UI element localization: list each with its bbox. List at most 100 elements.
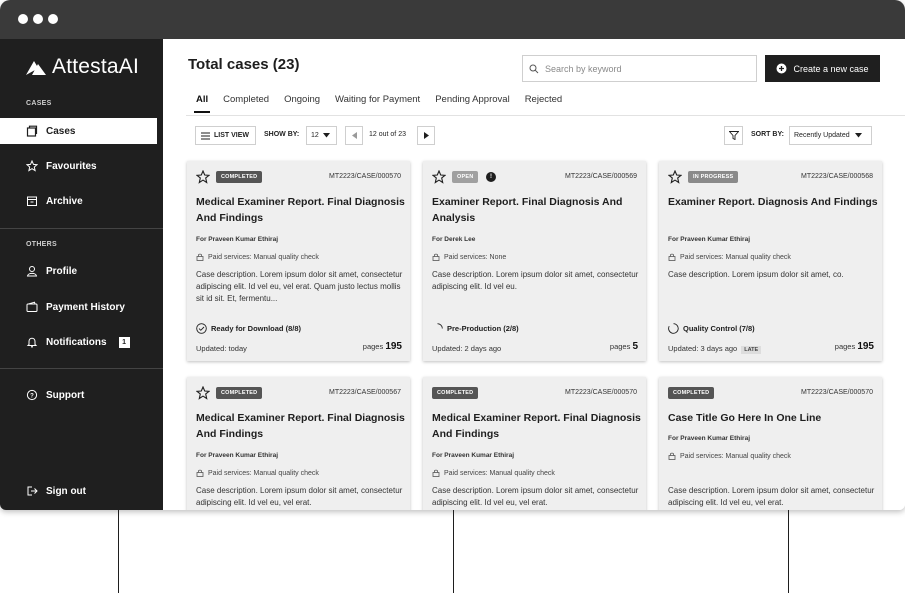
- archive-icon: [27, 196, 37, 206]
- pages-label: pages: [834, 342, 856, 351]
- alert-icon[interactable]: !: [486, 172, 496, 182]
- case-id: MT2223/CASE/000570: [565, 389, 637, 396]
- list-toolbar: LIST VIEW SHOW BY: 12 12 out of 23 SORT …: [186, 116, 905, 154]
- updated-text: Updated: today: [196, 344, 247, 353]
- case-card[interactable]: IN PROGRESS MT2223/CASE/000568 Examiner …: [659, 161, 882, 361]
- tab-waiting-for-payment[interactable]: Waiting for Payment: [335, 94, 420, 109]
- case-description: Case description. Lorem ipsum dolor sit …: [432, 486, 639, 507]
- tab-completed[interactable]: Completed: [223, 94, 269, 109]
- case-title[interactable]: Case Title Go Here In One Line: [668, 410, 878, 426]
- section-label-cases: CASES: [26, 100, 52, 107]
- sidebar-item-notifications[interactable]: Notifications 1: [0, 329, 163, 355]
- help-icon: ?: [26, 389, 38, 401]
- sidebar-item-label: Notifications: [46, 336, 107, 348]
- show-by-select[interactable]: 12: [306, 126, 337, 145]
- case-client: For Derek Lee: [432, 236, 476, 243]
- app-name: AttestaAI: [52, 55, 140, 78]
- sidebar-item-payment-history[interactable]: Payment History: [0, 294, 163, 320]
- sidebar-item-sign-out[interactable]: Sign out: [0, 478, 163, 504]
- annotation-line: [453, 510, 454, 593]
- list-view-button[interactable]: LIST VIEW: [195, 126, 256, 145]
- case-title[interactable]: Medical Examiner Report. Final Diagnosis…: [196, 410, 406, 442]
- case-description: Case description. Lorem ipsum dolor sit …: [196, 270, 403, 303]
- sidebar-item-label: Archive: [46, 195, 83, 207]
- case-state: Ready for Download (8/8): [196, 323, 301, 334]
- case-id: MT2223/CASE/000570: [801, 389, 873, 396]
- sidebar-item-cases[interactable]: Cases: [0, 118, 160, 144]
- prev-page-button[interactable]: [345, 126, 363, 145]
- create-case-label: Create a new case: [793, 63, 869, 74]
- case-card[interactable]: COMPLETED MT2223/CASE/000570 Medical Exa…: [187, 161, 410, 361]
- tab-pending-approval[interactable]: Pending Approval: [435, 94, 509, 109]
- main-content: Total cases (23) Search by keyword Creat…: [163, 39, 905, 510]
- section-label-others: OTHERS: [26, 241, 57, 248]
- notification-count-badge: 1: [118, 336, 130, 348]
- star-icon[interactable]: [668, 170, 682, 184]
- paid-services: Paid services: None: [432, 253, 506, 261]
- sign-out-icon: [27, 486, 38, 496]
- pages-value: 195: [857, 341, 874, 352]
- app-logo[interactable]: AttestaAI: [26, 55, 139, 79]
- caret-down-icon: [322, 133, 330, 138]
- case-description: Case description. Lorem ipsum dolor sit …: [432, 270, 639, 291]
- paid-services: Paid services: Manual quality check: [668, 452, 791, 460]
- sidebar-item-label: Payment History: [46, 301, 125, 313]
- tab-ongoing[interactable]: Ongoing: [284, 94, 320, 109]
- case-card[interactable]: COMPLETED MT2223/CASE/000567 Medical Exa…: [187, 377, 410, 510]
- case-id: MT2223/CASE/000569: [565, 173, 637, 180]
- paid-services-text: Paid services: Manual quality check: [208, 469, 319, 477]
- star-icon[interactable]: [196, 386, 210, 400]
- sidebar-item-label: Profile: [46, 265, 78, 277]
- caret-down-icon: [854, 133, 862, 138]
- tab-all[interactable]: All: [193, 94, 211, 113]
- chevron-left-icon: [351, 132, 357, 139]
- updated-text: Updated: 3 days ago LATE: [668, 344, 762, 354]
- late-badge: LATE: [741, 346, 762, 354]
- page-title: Total cases (23): [188, 56, 300, 73]
- sidebar-item-archive[interactable]: Archive: [0, 188, 163, 214]
- lock-icon: [668, 253, 676, 261]
- page-count: pages 5: [610, 341, 638, 352]
- updated-text: Updated: 2 days ago: [432, 344, 502, 353]
- case-card[interactable]: COMPLETED MT2223/CASE/000570 Medical Exa…: [423, 377, 646, 510]
- sidebar-item-label: Support: [46, 389, 85, 401]
- lock-icon: [432, 253, 440, 261]
- filter-button[interactable]: [724, 126, 743, 145]
- sidebar: AttestaAI CASES Cases Favourites Archive…: [0, 39, 163, 510]
- case-description: Case description. Lorem ipsum dolor sit …: [196, 486, 403, 507]
- case-title[interactable]: Examiner Report. Diagnosis And Findings: [668, 194, 878, 210]
- star-icon[interactable]: [432, 170, 446, 184]
- window-dot[interactable]: [48, 14, 58, 24]
- search-icon: [529, 64, 539, 73]
- lock-icon: [432, 469, 440, 477]
- paid-services: Paid services: Manual quality check: [668, 253, 791, 261]
- case-card[interactable]: COMPLETED MT2223/CASE/000570 Case Title …: [659, 377, 882, 510]
- case-title[interactable]: Medical Examiner Report. Final Diagnosis…: [196, 194, 406, 226]
- pager-text: 12 out of 23: [369, 131, 406, 138]
- progress-spinner-icon: [437, 323, 443, 329]
- case-card[interactable]: OPEN ! MT2223/CASE/000569 Examiner Repor…: [423, 161, 646, 361]
- case-state: Quality Control (7/8): [668, 323, 755, 334]
- next-page-button[interactable]: [417, 126, 435, 145]
- pages-value: 195: [385, 341, 402, 352]
- paid-services: Paid services: Manual quality check: [196, 469, 319, 477]
- sidebar-item-profile[interactable]: Profile: [0, 258, 163, 284]
- search-input[interactable]: Search by keyword: [522, 55, 757, 82]
- sort-by-select[interactable]: Recently Updated: [789, 126, 872, 145]
- annotation-line: [118, 510, 119, 593]
- status-badge: OPEN: [452, 171, 479, 183]
- case-title[interactable]: Examiner Report. Final Diagnosis And Ana…: [432, 194, 642, 226]
- case-state-text: Quality Control (7/8): [683, 324, 755, 333]
- create-case-button[interactable]: Create a new case: [765, 55, 880, 82]
- star-icon[interactable]: [196, 170, 210, 184]
- case-title[interactable]: Medical Examiner Report. Final Diagnosis…: [432, 410, 642, 442]
- sidebar-item-favourites[interactable]: Favourites: [0, 153, 163, 179]
- title-bar: [0, 0, 905, 39]
- svg-text:?: ?: [30, 393, 34, 399]
- sidebar-item-support[interactable]: ? Support: [0, 382, 163, 408]
- tab-rejected[interactable]: Rejected: [525, 94, 563, 109]
- window-dot[interactable]: [33, 14, 43, 24]
- paid-services-text: Paid services: Manual quality check: [444, 469, 555, 477]
- paid-services-text: Paid services: Manual quality check: [680, 253, 791, 261]
- window-dot[interactable]: [18, 14, 28, 24]
